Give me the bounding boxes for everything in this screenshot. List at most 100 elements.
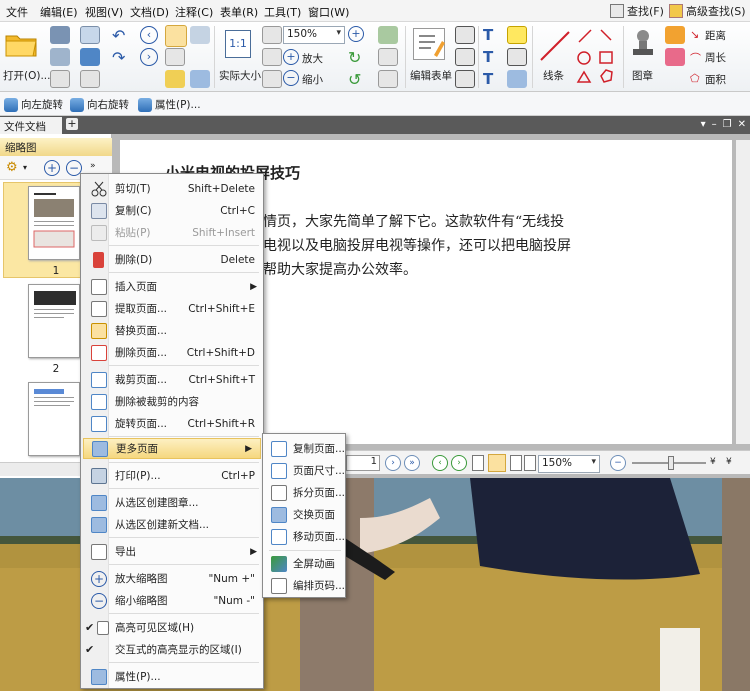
tab-list-icon[interactable]: ▾ <box>701 119 706 130</box>
menu-item-export[interactable]: 导出 ▶ <box>81 541 265 562</box>
eraser-icon[interactable] <box>665 48 685 66</box>
area-icon[interactable]: ⬠ <box>690 72 700 85</box>
submenu-item-swap-page[interactable]: 交换页面 <box>263 504 347 525</box>
submenu-item-number-pages[interactable]: 编排页码... <box>263 575 347 596</box>
menu-view[interactable]: 视图(V) <box>85 4 123 20</box>
lines-label[interactable]: 线条 <box>543 68 564 83</box>
save-icon[interactable] <box>50 26 70 44</box>
advanced-find-button[interactable]: 高级查找(S) <box>669 3 746 19</box>
snapshot-icon[interactable] <box>165 70 185 88</box>
next-view-icon[interactable]: › <box>451 455 467 471</box>
menu-item-highlight-visible[interactable]: ✔ 高亮可见区域(H) <box>81 617 265 638</box>
open-label[interactable]: 打开(O)... <box>3 68 50 83</box>
area-label[interactable]: 面积 <box>705 72 726 87</box>
rotate-ccw-icon[interactable]: ↺ <box>348 70 361 89</box>
menu-item-rotate-page[interactable]: 旋转页面... Ctrl+Shift+R <box>81 413 265 434</box>
rotate-right-button[interactable]: 向右旋转 <box>70 97 129 112</box>
open-folder-icon[interactable] <box>4 28 38 58</box>
collapse-icon[interactable]: ¥ <box>726 457 732 467</box>
select-icon[interactable] <box>190 70 210 88</box>
menu-item-interactive-highlight[interactable]: ✔ 交互式的高亮显示的区域(I) <box>81 639 265 660</box>
menu-item-shrink-thumbnail[interactable]: − 缩小缩略图 "Num -" <box>81 590 265 611</box>
menu-item-crop-page[interactable]: 裁剪页面... Ctrl+Shift+T <box>81 369 265 390</box>
forward-icon[interactable]: › <box>140 48 158 66</box>
distance-icon[interactable]: ↘ <box>690 28 699 41</box>
perimeter-icon[interactable]: ⌒ <box>690 50 701 66</box>
new-document-icon[interactable] <box>50 70 70 88</box>
paperclip-icon[interactable] <box>507 48 527 66</box>
expand-icon[interactable]: ¥ <box>710 457 716 467</box>
submenu-item-copy-page[interactable]: 复制页面... <box>263 438 347 459</box>
find-button[interactable]: 查找(F) <box>610 3 664 19</box>
textbox-icon[interactable]: T <box>483 48 493 66</box>
thumbnail-options-icon[interactable]: ⚙ <box>6 160 18 175</box>
fit-visible-icon[interactable] <box>262 70 282 88</box>
zoom-slider-thumb[interactable] <box>668 456 674 470</box>
continuous-page-icon[interactable] <box>488 454 506 472</box>
document-vertical-scrollbar[interactable] <box>736 140 750 444</box>
rotate-left-button[interactable]: 向左旋转 <box>4 97 63 112</box>
menu-item-enlarge-thumbnail[interactable]: + 放大缩略图 "Num +" <box>81 568 265 589</box>
properties-button[interactable]: 属性(P)... <box>138 97 201 112</box>
menu-item-delete-cropped[interactable]: 删除被裁剪的内容 <box>81 391 265 412</box>
image-icon[interactable] <box>378 26 398 44</box>
menu-item-copy[interactable]: 复制(C) Ctrl+C <box>81 200 265 221</box>
restore-icon[interactable]: ❐ <box>723 119 732 130</box>
zoom-out-label[interactable]: 缩小 <box>302 72 323 87</box>
page-number-input[interactable]: 1 <box>346 455 380 471</box>
typewriter-icon[interactable]: T <box>483 26 493 44</box>
checkbox-field-icon[interactable] <box>455 48 475 66</box>
zoom-in-label[interactable]: 放大 <box>302 51 323 66</box>
print-icon[interactable] <box>50 48 70 66</box>
fit-page-icon[interactable] <box>262 26 282 44</box>
select-text-icon[interactable] <box>165 48 185 66</box>
menu-window[interactable]: 窗口(W) <box>308 4 349 20</box>
pencil-icon[interactable] <box>665 26 685 44</box>
menu-item-delete[interactable]: 删除(D) Delete <box>81 249 265 270</box>
actual-size-label[interactable]: 实际大小 <box>219 68 261 83</box>
menu-item-create-stamp[interactable]: 从选区创建图章... <box>81 492 265 513</box>
menu-item-cut[interactable]: 剪切(T) Shift+Delete <box>81 178 265 199</box>
fit-width-icon[interactable] <box>262 48 282 66</box>
zoom-plus-icon[interactable]: + <box>348 26 364 42</box>
shape-tools-icon[interactable] <box>575 26 619 88</box>
undo-icon[interactable]: ↶ <box>112 26 125 45</box>
menu-document[interactable]: 文档(D) <box>130 4 169 20</box>
insert-text-icon[interactable] <box>378 48 398 66</box>
thumbnail-zoom-in-icon[interactable]: + <box>44 160 60 176</box>
status-zoom-combo[interactable]: 150% <box>538 455 600 473</box>
options-dropdown-icon[interactable]: ▾ <box>23 163 27 172</box>
menu-file[interactable]: 文件 <box>6 4 28 20</box>
distance-label[interactable]: 距离 <box>705 28 726 43</box>
document-icon[interactable] <box>80 70 100 88</box>
next-page-icon[interactable]: › <box>385 455 401 471</box>
more-icon[interactable]: » <box>90 161 96 171</box>
last-page-icon[interactable]: » <box>404 455 420 471</box>
camera-icon[interactable] <box>190 26 210 44</box>
status-zoom-out-icon[interactable]: − <box>610 455 626 471</box>
email-icon[interactable] <box>80 26 100 44</box>
edit-form-icon[interactable] <box>413 28 445 60</box>
page-thumbnail-1[interactable] <box>28 186 80 260</box>
list-field-icon[interactable] <box>455 70 475 88</box>
attachment-icon[interactable] <box>378 70 398 88</box>
menu-item-insert-page[interactable]: 插入页面 ▶ <box>81 276 265 297</box>
continuous-facing-icon[interactable] <box>524 455 536 471</box>
page-thumbnail-2[interactable] <box>28 284 80 358</box>
edit-form-label[interactable]: 编辑表单 <box>410 68 452 83</box>
text-field-icon[interactable] <box>455 26 475 44</box>
zoom-combo[interactable]: 150% <box>283 26 345 44</box>
page-thumbnail-3[interactable] <box>28 382 80 456</box>
submenu-item-page-size[interactable]: 页面尺寸... <box>263 460 347 481</box>
scan-icon[interactable] <box>80 48 100 66</box>
menu-edit[interactable]: 编辑(E) <box>40 4 78 20</box>
minimize-icon[interactable]: – <box>712 119 717 130</box>
sound-icon[interactable] <box>507 70 527 88</box>
menu-item-properties[interactable]: 属性(P)... <box>81 666 265 687</box>
back-icon[interactable]: ‹ <box>140 26 158 44</box>
hand-tool-icon[interactable] <box>165 25 187 47</box>
menu-item-create-document[interactable]: 从选区创建新文档... <box>81 514 265 535</box>
menu-item-paste[interactable]: 粘贴(P) Shift+Insert <box>81 222 265 243</box>
close-icon[interactable]: ✕ <box>738 119 746 130</box>
stamp-icon[interactable] <box>630 28 656 58</box>
